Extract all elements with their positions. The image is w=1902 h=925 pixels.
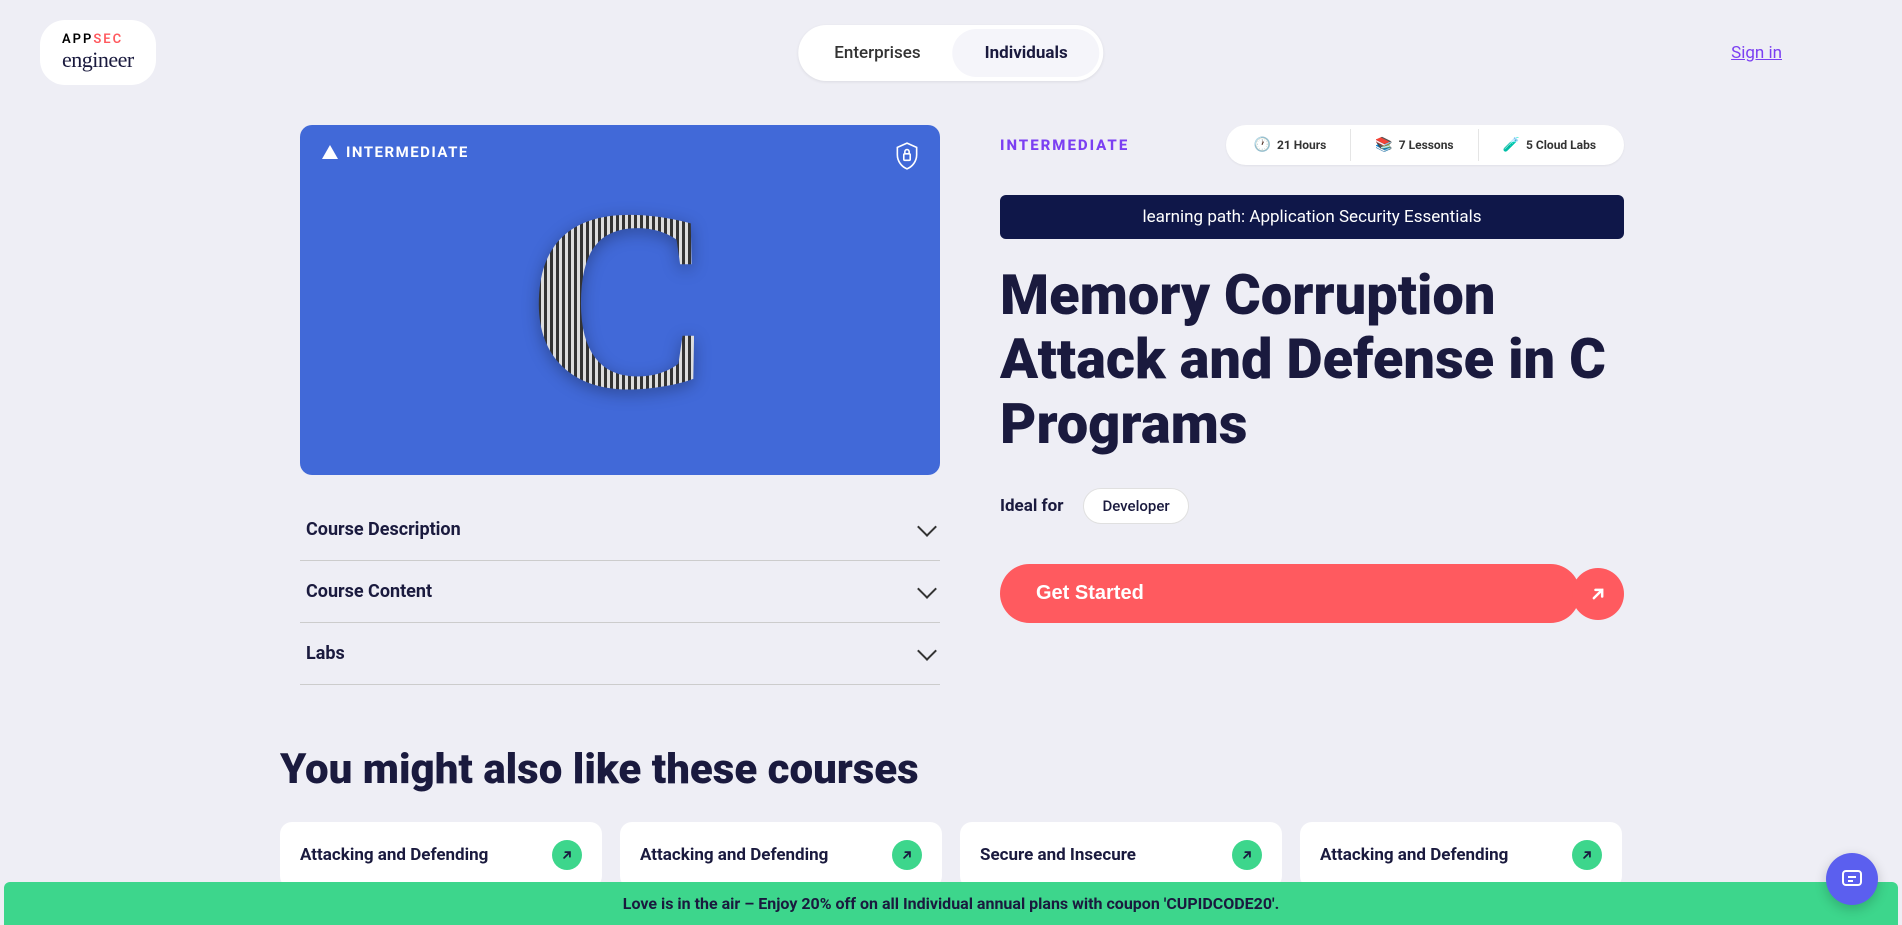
right-column: INTERMEDIATE 🕐 21 Hours 📚 7 Lessons 🧪 5 …	[1000, 125, 1624, 685]
related-card[interactable]: Attacking and Defending	[280, 822, 602, 888]
hero-badge-text: INTERMEDIATE	[346, 143, 469, 161]
card-arrow-icon	[1232, 840, 1262, 870]
card-arrow-icon	[892, 840, 922, 870]
cta-arrow-button[interactable]	[1572, 568, 1624, 620]
nav-pills: Enterprises Individuals	[798, 25, 1103, 81]
hero-card: INTERMEDIATE C	[300, 125, 940, 475]
accordion-labs[interactable]: Labs	[300, 623, 940, 685]
logo-engineer: engineer	[62, 47, 134, 73]
nav-enterprises[interactable]: Enterprises	[802, 29, 952, 77]
card-arrow-icon	[1572, 840, 1602, 870]
accordion-label: Course Content	[306, 581, 432, 602]
card-arrow-icon	[552, 840, 582, 870]
accordion: Course Description Course Content Labs	[300, 499, 940, 685]
signin-link[interactable]: Sign in	[1731, 43, 1782, 63]
stat-lessons-text: 7 Lessons	[1399, 138, 1454, 152]
book-icon: 📚	[1375, 137, 1392, 153]
hero-c-graphic: C	[526, 151, 714, 450]
related-card-title: Attacking and Defending	[640, 845, 828, 865]
related-card[interactable]: Secure and Insecure	[960, 822, 1282, 888]
main-content: INTERMEDIATE C Course Description Course…	[0, 105, 1902, 685]
shield-lock-icon	[894, 141, 920, 175]
accordion-label: Labs	[306, 643, 345, 664]
lab-icon: 🧪	[1503, 137, 1520, 153]
chevron-down-icon	[917, 641, 937, 661]
related-card[interactable]: Attacking and Defending	[620, 822, 942, 888]
accordion-label: Course Description	[306, 519, 461, 540]
logo-sec: SEC	[93, 32, 123, 47]
clock-icon: 🕐	[1254, 137, 1271, 153]
accordion-course-description[interactable]: Course Description	[300, 499, 940, 561]
stat-labs: 🧪 5 Cloud Labs	[1479, 129, 1620, 161]
learning-path-banner[interactable]: learning path: Application Security Esse…	[1000, 195, 1624, 239]
ideal-for-row: Ideal for Developer	[1000, 488, 1624, 524]
stat-labs-text: 5 Cloud Labs	[1526, 138, 1596, 152]
related-section: You might also like these courses Attack…	[0, 685, 1902, 888]
chat-bubble-button[interactable]	[1826, 853, 1878, 905]
promo-banner[interactable]: Love is in the air – Enjoy 20% off on al…	[4, 882, 1898, 925]
accordion-course-content[interactable]: Course Content	[300, 561, 940, 623]
related-cards: Attacking and Defending Attacking and De…	[280, 822, 1622, 888]
chevron-down-icon	[917, 579, 937, 599]
get-started-button[interactable]: Get Started	[1000, 564, 1580, 623]
stat-lessons: 📚 7 Lessons	[1351, 129, 1478, 161]
nav-individuals[interactable]: Individuals	[953, 29, 1100, 77]
related-heading: You might also like these courses	[280, 745, 1622, 794]
role-chip-developer[interactable]: Developer	[1083, 488, 1188, 524]
chat-icon	[1840, 867, 1864, 891]
meta-row: INTERMEDIATE 🕐 21 Hours 📚 7 Lessons 🧪 5 …	[1000, 125, 1624, 165]
ideal-for-label: Ideal for	[1000, 496, 1063, 516]
triangle-icon	[322, 145, 338, 159]
cta-row: Get Started	[1000, 564, 1624, 623]
course-title: Memory Corruption Attack and Defense in …	[1000, 263, 1624, 456]
stat-hours-text: 21 Hours	[1277, 138, 1326, 152]
level-label: INTERMEDIATE	[1000, 136, 1129, 154]
related-card-title: Attacking and Defending	[1320, 845, 1508, 865]
related-card-title: Secure and Insecure	[980, 845, 1136, 865]
stats-pill: 🕐 21 Hours 📚 7 Lessons 🧪 5 Cloud Labs	[1226, 125, 1624, 165]
header: APPSEC engineer Enterprises Individuals …	[0, 0, 1902, 105]
hero-badge: INTERMEDIATE	[322, 143, 469, 161]
logo-app: APP	[62, 32, 93, 47]
arrow-up-right-icon	[1588, 584, 1608, 604]
related-card[interactable]: Attacking and Defending	[1300, 822, 1622, 888]
logo[interactable]: APPSEC engineer	[40, 20, 156, 85]
left-column: INTERMEDIATE C Course Description Course…	[300, 125, 940, 685]
related-card-title: Attacking and Defending	[300, 845, 488, 865]
chevron-down-icon	[917, 517, 937, 537]
stat-hours: 🕐 21 Hours	[1230, 129, 1352, 161]
